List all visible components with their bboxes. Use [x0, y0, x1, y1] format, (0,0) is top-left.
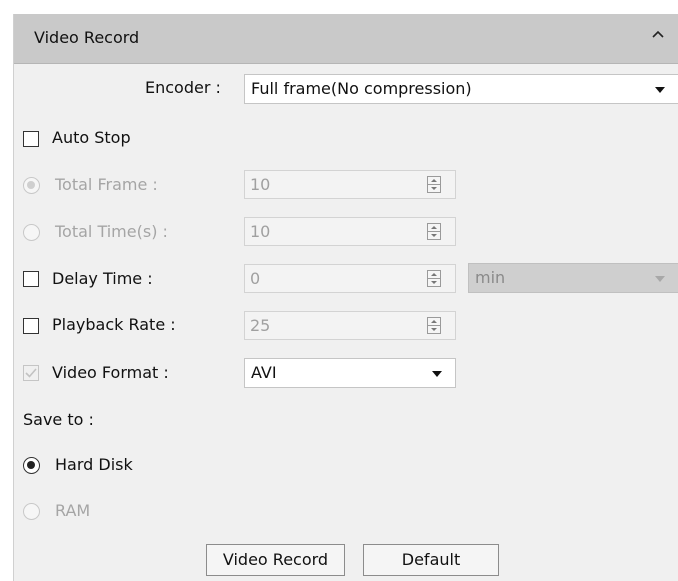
total-frame-radio[interactable]: [23, 177, 40, 194]
radio-dot: [27, 181, 35, 189]
spin-down-icon: [431, 234, 437, 237]
auto-stop-label: Auto Stop: [52, 128, 131, 147]
spin-arrows-icon[interactable]: [427, 223, 441, 240]
total-time-label: Total Time(s) :: [55, 222, 168, 241]
spin-up-icon: [431, 273, 437, 276]
spin-up-icon: [431, 179, 437, 182]
encoder-label: Encoder :: [145, 78, 221, 97]
total-frame-value: 10: [250, 175, 271, 194]
chevron-up-icon[interactable]: [649, 26, 667, 44]
ram-radio[interactable]: [23, 503, 40, 520]
chevron-down-icon: [432, 371, 442, 377]
ram-label: RAM: [55, 501, 91, 520]
delay-time-label: Delay Time :: [52, 269, 153, 288]
total-time-radio[interactable]: [23, 224, 40, 241]
playback-rate-spinbox[interactable]: 25: [244, 311, 456, 340]
delay-unit-select[interactable]: min: [468, 263, 678, 293]
playback-rate-label: Playback Rate :: [52, 315, 176, 334]
spin-down-icon: [431, 328, 437, 331]
delay-unit-value: min: [475, 268, 506, 287]
panel-title: Video Record: [34, 28, 140, 47]
delay-time-checkbox[interactable]: [23, 271, 39, 287]
auto-stop-checkbox[interactable]: [23, 131, 39, 147]
total-frame-label: Total Frame :: [55, 175, 158, 194]
spin-arrows-icon[interactable]: [427, 270, 441, 287]
spin-up-icon: [431, 226, 437, 229]
encoder-value: Full frame(No compression): [251, 79, 472, 98]
hard-disk-radio[interactable]: [23, 457, 40, 474]
hard-disk-label: Hard Disk: [55, 455, 133, 474]
checkmark-icon: [25, 368, 37, 378]
delay-time-value: 0: [250, 269, 261, 288]
save-to-label: Save to :: [23, 410, 94, 429]
playback-rate-checkbox[interactable]: [23, 318, 39, 334]
total-time-spinbox[interactable]: 10: [244, 217, 456, 246]
playback-rate-value: 25: [250, 316, 271, 335]
spin-down-icon: [431, 187, 437, 190]
video-record-button[interactable]: Video Record: [206, 544, 345, 576]
radio-dot: [27, 461, 35, 469]
video-format-label: Video Format :: [52, 363, 169, 382]
total-time-value: 10: [250, 222, 271, 241]
spin-down-icon: [431, 281, 437, 284]
chevron-down-icon: [655, 87, 665, 93]
video-format-checkbox[interactable]: [23, 365, 39, 381]
chevron-down-icon: [655, 276, 665, 282]
video-format-value: AVI: [251, 363, 277, 382]
total-frame-spinbox[interactable]: 10: [244, 170, 456, 199]
spin-arrows-icon[interactable]: [427, 317, 441, 334]
delay-time-spinbox[interactable]: 0: [244, 264, 456, 293]
video-format-select[interactable]: AVI: [244, 358, 456, 388]
spin-arrows-icon[interactable]: [427, 176, 441, 193]
video-record-panel: Video Record Encoder : Full frame(No com…: [13, 14, 678, 581]
encoder-select[interactable]: Full frame(No compression): [244, 74, 678, 104]
default-button[interactable]: Default: [363, 544, 499, 576]
panel-header[interactable]: Video Record: [14, 14, 678, 64]
spin-up-icon: [431, 320, 437, 323]
